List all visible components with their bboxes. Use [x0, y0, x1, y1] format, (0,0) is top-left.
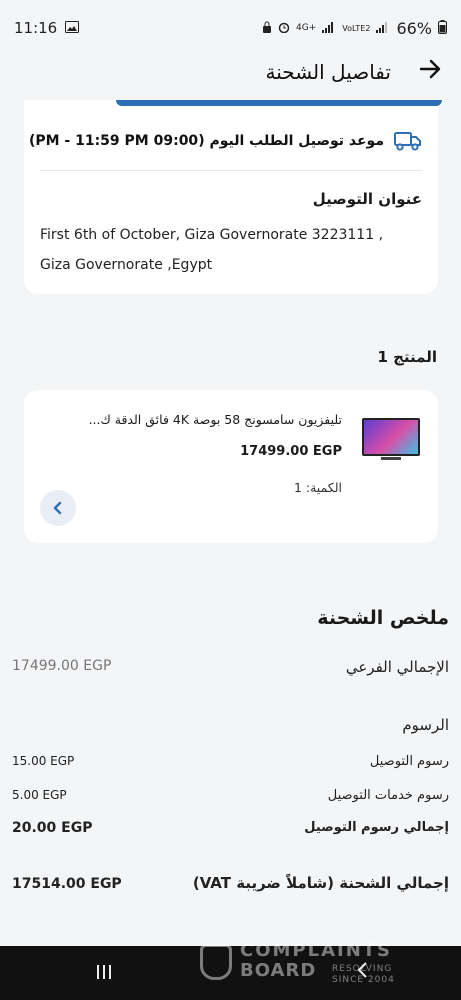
volte-label: VoLTE2 [342, 23, 371, 33]
shield-icon [200, 944, 232, 980]
grand-total-value: 17514.00 EGP [12, 876, 122, 892]
watermark-line4: SINCE 2004 [332, 975, 395, 985]
watermark-line3: RESOLVING [332, 964, 393, 974]
watermark-subtext: RESOLVING SINCE 2004 [332, 964, 395, 986]
delivery-fee-value: 15.00 EGP [12, 754, 75, 768]
address-text: First 6th of October, Giza Governorate 3… [40, 227, 384, 273]
product-name[interactable]: تليفزيون سامسونج 58 بوصة 4K فائق الدقة ك… [67, 412, 342, 427]
signal-icon [322, 21, 336, 36]
subtotal-value: 17499.00 EGP [12, 658, 112, 674]
alarm-icon [278, 21, 290, 36]
divider [40, 170, 422, 171]
accent-strip [116, 100, 442, 106]
watermark-logo: COMPLAINTS BOARD RESOLVING SINCE 2004 [200, 938, 430, 988]
total-delivery-fees-value: 20.00 EGP [12, 820, 93, 836]
product-quantity: الكمية: 1 [293, 480, 342, 495]
subtotal-label: الإجمالي الفرعي [345, 658, 449, 676]
truck-icon [394, 130, 422, 152]
product-price: 17499.00 EGP [240, 444, 342, 459]
lock-icon [262, 21, 272, 36]
battery-percent: 66% [396, 18, 432, 38]
page-title: تفاصيل الشحنة [265, 60, 391, 84]
back-arrow-icon[interactable] [419, 56, 441, 86]
status-time: 11:16 [14, 19, 58, 37]
product-card[interactable]: تليفزيون سامسونج 58 بوصة 4K فائق الدقة ك… [24, 390, 438, 543]
products-section-title: المنتج 1 [377, 348, 437, 366]
delivery-fee-label: رسوم التوصيل [369, 754, 449, 769]
delivery-slot-row: موعد توصيل الطلب اليوم (09:00 PM - 11:59… [29, 130, 422, 152]
battery-icon [438, 19, 447, 37]
watermark-line2: BOARD [240, 960, 317, 981]
chevron-left-icon[interactable] [40, 490, 76, 526]
delivery-service-fee-value: 5.00 EGP [12, 788, 67, 802]
watermark-line1: COMPLAINTS [240, 940, 393, 961]
grand-total-label: إجمالي الشحنة (شاملاً ضريبة VAT) [192, 874, 449, 892]
delivery-service-fee-label: رسوم خدمات التوصيل [327, 788, 449, 803]
summary-title: ملخص الشحنة [317, 607, 449, 629]
status-bar: 11:16 4G+ VoLTE2 66% [0, 0, 461, 56]
address-title: عنوان التوصيل [312, 190, 422, 208]
app-header: تفاصيل الشحنة [0, 50, 461, 98]
network-type: 4G+ [296, 23, 317, 33]
fees-label: الرسوم [402, 716, 449, 734]
product-image[interactable] [362, 418, 420, 456]
delivery-slot-text: موعد توصيل الطلب اليوم (09:00 PM - 11:59… [28, 133, 384, 149]
delivery-card: موعد توصيل الطلب اليوم (09:00 PM - 11:59… [24, 100, 442, 294]
total-delivery-fees-label: إجمالي رسوم التوصيل [304, 820, 449, 835]
gallery-icon [65, 19, 80, 37]
recent-apps-icon[interactable] [95, 962, 113, 986]
signal-icon-2 [376, 21, 390, 36]
